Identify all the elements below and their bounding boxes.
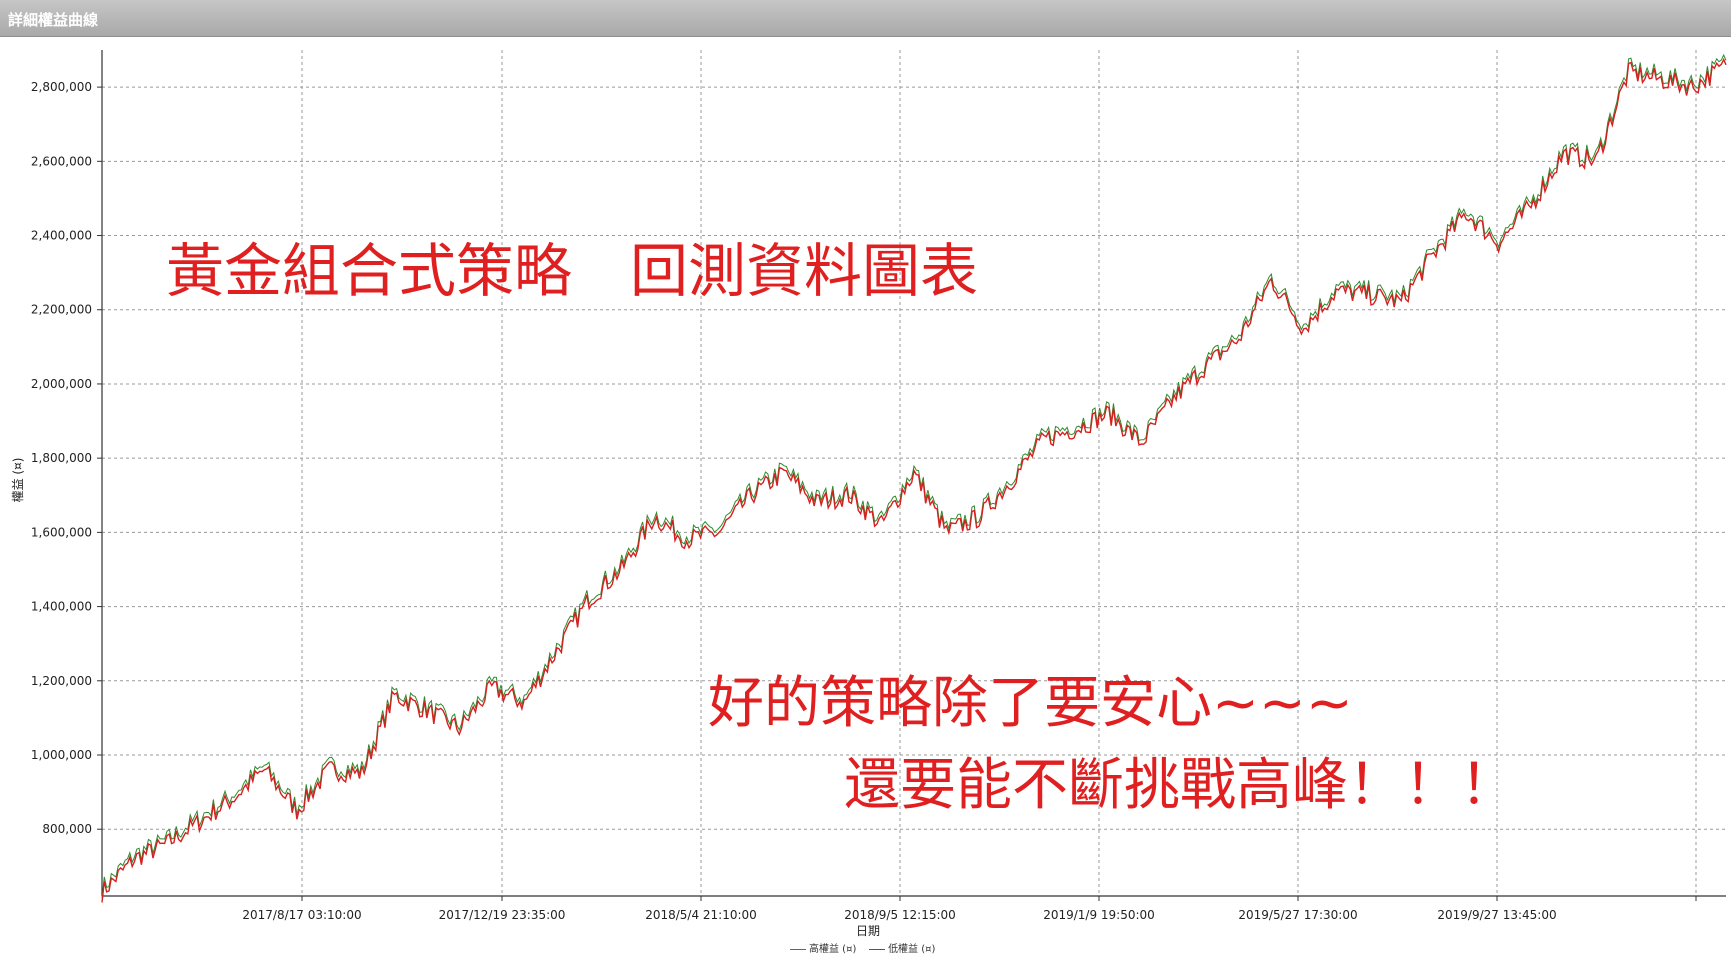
- chart-legend: 高權益 (¤) 低權益 (¤): [790, 940, 935, 955]
- x-tick-label: 2018/5/4 21:10:00: [645, 908, 757, 922]
- x-axis-ticks: 2017/8/17 03:10:00 2017/12/19 23:35:00 201…: [242, 896, 1697, 922]
- y-tick-label: 1,800,000: [31, 451, 92, 465]
- y-axis-label: 權益 (¤): [11, 458, 25, 503]
- x-tick-label: 2019/5/27 17:30:00: [1238, 908, 1357, 922]
- y-tick-label: 2,600,000: [31, 154, 92, 168]
- y-tick-label: 1,000,000: [31, 748, 92, 762]
- y-tick-label: 2,000,000: [31, 377, 92, 391]
- y-tick-label: 2,400,000: [31, 229, 92, 243]
- y-tick-label: 2,200,000: [31, 303, 92, 317]
- overlay-heading: 黃金組合式策略 回測資料圖表: [166, 237, 979, 305]
- y-tick-label: 1,400,000: [31, 600, 92, 614]
- legend-label-high: 高權益 (¤): [809, 944, 857, 955]
- legend-item-high: 高權益 (¤): [790, 944, 856, 955]
- y-tick-label: 2,800,000: [31, 80, 92, 94]
- y-tick-label: 800,000: [42, 822, 92, 836]
- x-tick-label: 2019/9/27 13:45:00: [1437, 908, 1556, 922]
- y-tick-label: 1,200,000: [31, 674, 92, 688]
- legend-swatch-high: [790, 948, 806, 950]
- legend-item-low: 低權益 (¤): [869, 944, 935, 955]
- x-tick-label: 2017/12/19 23:35:00: [439, 908, 566, 922]
- legend-label-low: 低權益 (¤): [888, 944, 936, 955]
- overlay-line-1: 好的策略除了要安心~~~: [708, 671, 1353, 736]
- x-tick-label: 2018/9/5 12:15:00: [844, 908, 956, 922]
- x-axis-label: 日期: [856, 924, 880, 938]
- overlay-line-2: 還要能不斷挑戰高峰！！！: [844, 753, 1516, 818]
- equity-chart: 800,000 1,000,000 1,200,000 1,400,000 1,600,…: [11, 50, 1727, 938]
- y-axis-ticks: 800,000 1,000,000 1,200,000 1,400,000 1,600,…: [31, 80, 102, 836]
- x-tick-label: 2017/8/17 03:10:00: [242, 908, 361, 922]
- x-tick-label: 2019/1/9 19:50:00: [1043, 908, 1155, 922]
- y-tick-label: 1,600,000: [31, 525, 92, 539]
- legend-swatch-low: [869, 948, 886, 950]
